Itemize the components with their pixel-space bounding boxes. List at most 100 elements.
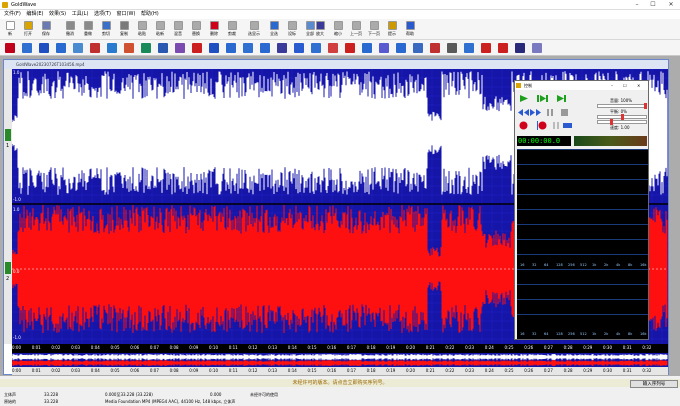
effect-tool-icon[interactable] [226, 43, 236, 53]
speed-slider[interactable] [597, 119, 647, 125]
rewind-icon[interactable] [518, 108, 529, 117]
effect-tool-icon[interactable] [362, 43, 372, 53]
close-button[interactable]: ✕ [664, 0, 678, 10]
control-maximize-button[interactable]: ☐ [623, 81, 627, 90]
toolbar-set-marker-button[interactable]: 设标 [284, 20, 300, 39]
effect-tool-icon[interactable] [311, 43, 321, 53]
menu-file[interactable]: 文件(F) [4, 10, 21, 19]
effect-tool-icon[interactable] [345, 43, 355, 53]
toolbar-new-button[interactable]: 新 [2, 20, 18, 39]
effect-tool-icon[interactable] [379, 43, 389, 53]
toolbar-redo-button[interactable]: 重做 [80, 20, 96, 39]
toolbar-replace-button[interactable]: 替换 [188, 20, 204, 39]
toolbar-copy-button[interactable]: 复制 [116, 20, 132, 39]
status-position: 0.000 [210, 392, 222, 397]
effect-tool-icon[interactable] [294, 43, 304, 53]
effect-tool-icon[interactable] [498, 43, 508, 53]
toolbar-help-button[interactable]: 帮助 [402, 20, 418, 39]
play-icon[interactable] [518, 94, 529, 103]
effect-tool-icon[interactable] [277, 43, 287, 53]
toolbar-undo-button[interactable]: 撤消 [62, 20, 78, 39]
effect-tool-icon[interactable] [124, 43, 134, 53]
control-panel[interactable]: 控制 – ☐ ✕ 音量: 100% 平衡: 0% 速度: 1.00 00:00:… [514, 80, 649, 340]
effect-tool-icon[interactable] [413, 43, 423, 53]
balance-slider[interactable] [597, 114, 647, 120]
monitor-icon[interactable] [562, 121, 573, 130]
time-ruler[interactable]: 0:00 0:01 0:02 0:03 0:04 0:05 0:06 0:07 0:08 0:09… [12, 344, 668, 353]
pause-icon[interactable] [545, 108, 556, 117]
effect-tool-icon[interactable] [192, 43, 202, 53]
effect-tool-icon[interactable] [107, 43, 117, 53]
play-selection-icon[interactable] [537, 94, 548, 103]
effect-tool-icon[interactable] [209, 43, 219, 53]
time-tick-label: 0:03 [71, 345, 81, 350]
menu-edit[interactable]: 编辑(E) [26, 10, 43, 19]
effect-tool-icon[interactable] [175, 43, 185, 53]
toolbar-delete-button[interactable]: 删除 [206, 20, 222, 39]
effect-tool-icon[interactable] [515, 43, 525, 53]
effect-tool-icon[interactable] [158, 43, 168, 53]
time-tick-label: 0:17 [346, 345, 356, 350]
toolbar-prev-button[interactable]: 上一页 [348, 20, 364, 39]
effect-tool-icon[interactable] [90, 43, 100, 53]
effect-tool-icon[interactable] [5, 43, 15, 53]
effect-tool-icon[interactable] [141, 43, 151, 53]
toolbar-save-button[interactable]: 保存 [38, 20, 54, 39]
record-selection-icon[interactable] [537, 121, 548, 130]
toolbar-zoom-in-button[interactable]: 放大 [312, 20, 328, 39]
overview-waveform[interactable] [11, 353, 668, 367]
left-channel-toggle[interactable] [5, 129, 11, 141]
effect-tool-icon[interactable] [532, 43, 542, 53]
effect-tool-icon[interactable] [464, 43, 474, 53]
record-icon[interactable] [518, 121, 529, 130]
status-license: 未经许可的使用 [250, 392, 278, 397]
toolbar-paste-button[interactable]: 粘贴 [134, 20, 150, 39]
effect-tool-icon[interactable] [73, 43, 83, 53]
effect-tool-icon[interactable] [243, 43, 253, 53]
effect-tool-icon[interactable] [447, 43, 457, 53]
toolbar-zoom-out-button[interactable]: 缩小 [330, 20, 346, 39]
fast-forward-icon[interactable] [530, 108, 541, 117]
menu-tools[interactable]: 工具(L) [72, 10, 89, 19]
play-to-end-icon[interactable] [556, 94, 567, 103]
effect-tool-icon[interactable] [39, 43, 49, 53]
toolbar-select-all-button[interactable]: 全选 [266, 20, 282, 39]
time-tick-label: 0:18 [366, 345, 376, 350]
effect-tool-icon[interactable] [396, 43, 406, 53]
toolbar-cut-button[interactable]: 剪切 [98, 20, 114, 39]
stop-icon[interactable] [559, 108, 570, 117]
menu-window[interactable]: 窗口(W) [117, 10, 136, 19]
overview-tick-label: 0:28 [563, 368, 573, 373]
enter-serial-button[interactable]: 输入序列号 [630, 380, 678, 388]
set-marker-icon [287, 21, 297, 30]
status-row-2: 原始的 33.228 Media Foundation MP4 (MPEG4 A… [0, 398, 680, 405]
toolbar-next-button[interactable]: 下一页 [366, 20, 382, 39]
effect-tool-icon[interactable] [328, 43, 338, 53]
toolbar-cue-button[interactable]: 提示 [384, 20, 400, 39]
toolbar-select-view-button[interactable]: 选显示 [246, 20, 262, 39]
toolbar-paste-new-button[interactable]: 粘新 [152, 20, 168, 39]
toolbar-open-button[interactable]: 打开 [20, 20, 36, 39]
volume-slider[interactable] [597, 103, 647, 109]
effect-tool-icon[interactable] [430, 43, 440, 53]
toolbar-mix-button[interactable]: 混音 [170, 20, 186, 39]
maximize-button[interactable]: ☐ [646, 0, 660, 10]
help-icon [405, 21, 415, 30]
menu-options[interactable]: 选项(T) [94, 10, 111, 19]
toolbar-trim-button[interactable]: 剪裁 [224, 20, 240, 39]
right-channel-toggle[interactable] [5, 262, 11, 274]
time-tick-label: 0:02 [51, 345, 61, 350]
minimize-button[interactable]: – [630, 0, 644, 10]
overview-tick-label: 0:09 [189, 368, 199, 373]
pause-record-icon[interactable] [551, 121, 562, 130]
effect-tool-icon[interactable] [260, 43, 270, 53]
menu-help[interactable]: 帮助(H) [141, 10, 159, 19]
spectrum-freq-label: 4k [616, 263, 621, 267]
effect-tool-icon[interactable] [481, 43, 491, 53]
effect-tool-icon[interactable] [22, 43, 32, 53]
control-close-button[interactable]: ✕ [637, 81, 640, 90]
effect-tool-icon[interactable] [56, 43, 66, 53]
control-minimize-button[interactable]: – [611, 81, 613, 90]
spectrum-freq-label: 16k [640, 263, 647, 267]
menu-effects[interactable]: 效果(S) [49, 10, 66, 19]
